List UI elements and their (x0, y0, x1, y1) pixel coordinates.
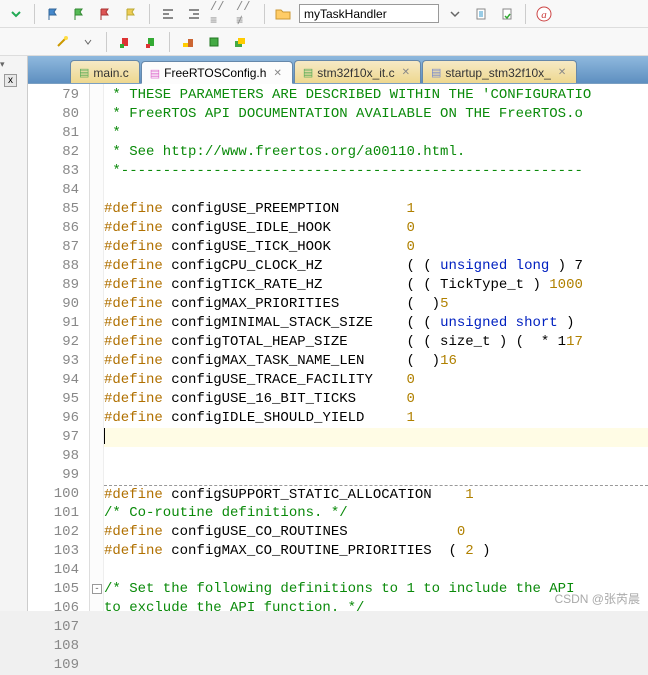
code-editor[interactable]: 7980818283848586878889909192939495969798… (28, 84, 648, 611)
code-content[interactable]: * THESE PARAMETERS ARE DESCRIBED WITHIN … (104, 84, 648, 611)
red-block-icon[interactable] (115, 32, 135, 52)
watermark-text: CSDN @张芮晨 (554, 590, 640, 607)
page-save-icon[interactable] (497, 4, 517, 24)
file-icon: ▤ (303, 66, 313, 79)
flag-yellow-icon[interactable] (121, 4, 141, 24)
tab-label: FreeRTOSConfig.h (164, 66, 266, 80)
layers-icon[interactable] (230, 32, 250, 52)
close-icon[interactable]: ✕ (558, 67, 566, 78)
tab-FreeRTOSConfig-h[interactable]: ▤ FreeRTOSConfig.h ✕ (141, 61, 293, 84)
close-icon[interactable]: ✕ (273, 68, 281, 79)
tab-label: main.c (93, 66, 128, 80)
page-icon[interactable] (471, 4, 491, 24)
flag-blue-icon[interactable] (43, 4, 63, 24)
green-block-icon[interactable] (141, 32, 161, 52)
indent-left-icon[interactable] (158, 4, 178, 24)
arrow-down-icon[interactable] (6, 4, 26, 24)
panel-dropdown-icon[interactable]: ▾ (0, 59, 5, 69)
file-icon: ▤ (79, 66, 89, 79)
tab-main-c[interactable]: ▤ main.c (70, 60, 140, 83)
left-side-panel: ▾ x (0, 56, 28, 611)
indent-right-icon[interactable] (184, 4, 204, 24)
stack-icon[interactable] (178, 32, 198, 52)
panel-close-button[interactable]: x (4, 74, 17, 87)
svg-text:a: a (541, 9, 547, 21)
drop-icon[interactable] (78, 32, 98, 52)
tab-label: startup_stm32f10x_ (445, 66, 550, 80)
toolbar-second (0, 28, 648, 56)
tab-label: stm32f10x_it.c (317, 66, 394, 80)
toolbar-top: //≡ //≢ a (0, 0, 648, 28)
module-icon[interactable] (204, 32, 224, 52)
editor-area: ▤ main.c ▤ FreeRTOSConfig.h ✕ ▤ stm32f10x_it.c… (28, 56, 648, 611)
flag-red-icon[interactable] (95, 4, 115, 24)
wand-icon[interactable] (52, 32, 72, 52)
comment-icon[interactable]: //≡ (210, 4, 230, 24)
uncomment-icon[interactable]: //≢ (236, 4, 256, 24)
tab-startup_stm32f10x_[interactable]: ▤ startup_stm32f10x_ ✕ (422, 60, 577, 83)
fold-toggle[interactable]: - (92, 584, 102, 594)
close-icon[interactable]: ✕ (402, 67, 410, 78)
folder-icon[interactable] (273, 4, 293, 24)
tab-stm32f10x_it-c[interactable]: ▤ stm32f10x_it.c ✕ (294, 60, 421, 83)
dropdown-icon[interactable] (445, 4, 465, 24)
file-icon: ▤ (431, 66, 441, 79)
flag-green-icon[interactable] (69, 4, 89, 24)
line-number-gutter: 7980818283848586878889909192939495969798… (28, 84, 90, 611)
task-name-input[interactable] (299, 4, 439, 23)
fold-column[interactable]: - (90, 84, 104, 611)
file-icon: ▤ (150, 67, 160, 80)
editor-tabbar: ▤ main.c ▤ FreeRTOSConfig.h ✕ ▤ stm32f10x_it.c… (28, 56, 648, 84)
help-icon[interactable]: a (534, 4, 554, 24)
